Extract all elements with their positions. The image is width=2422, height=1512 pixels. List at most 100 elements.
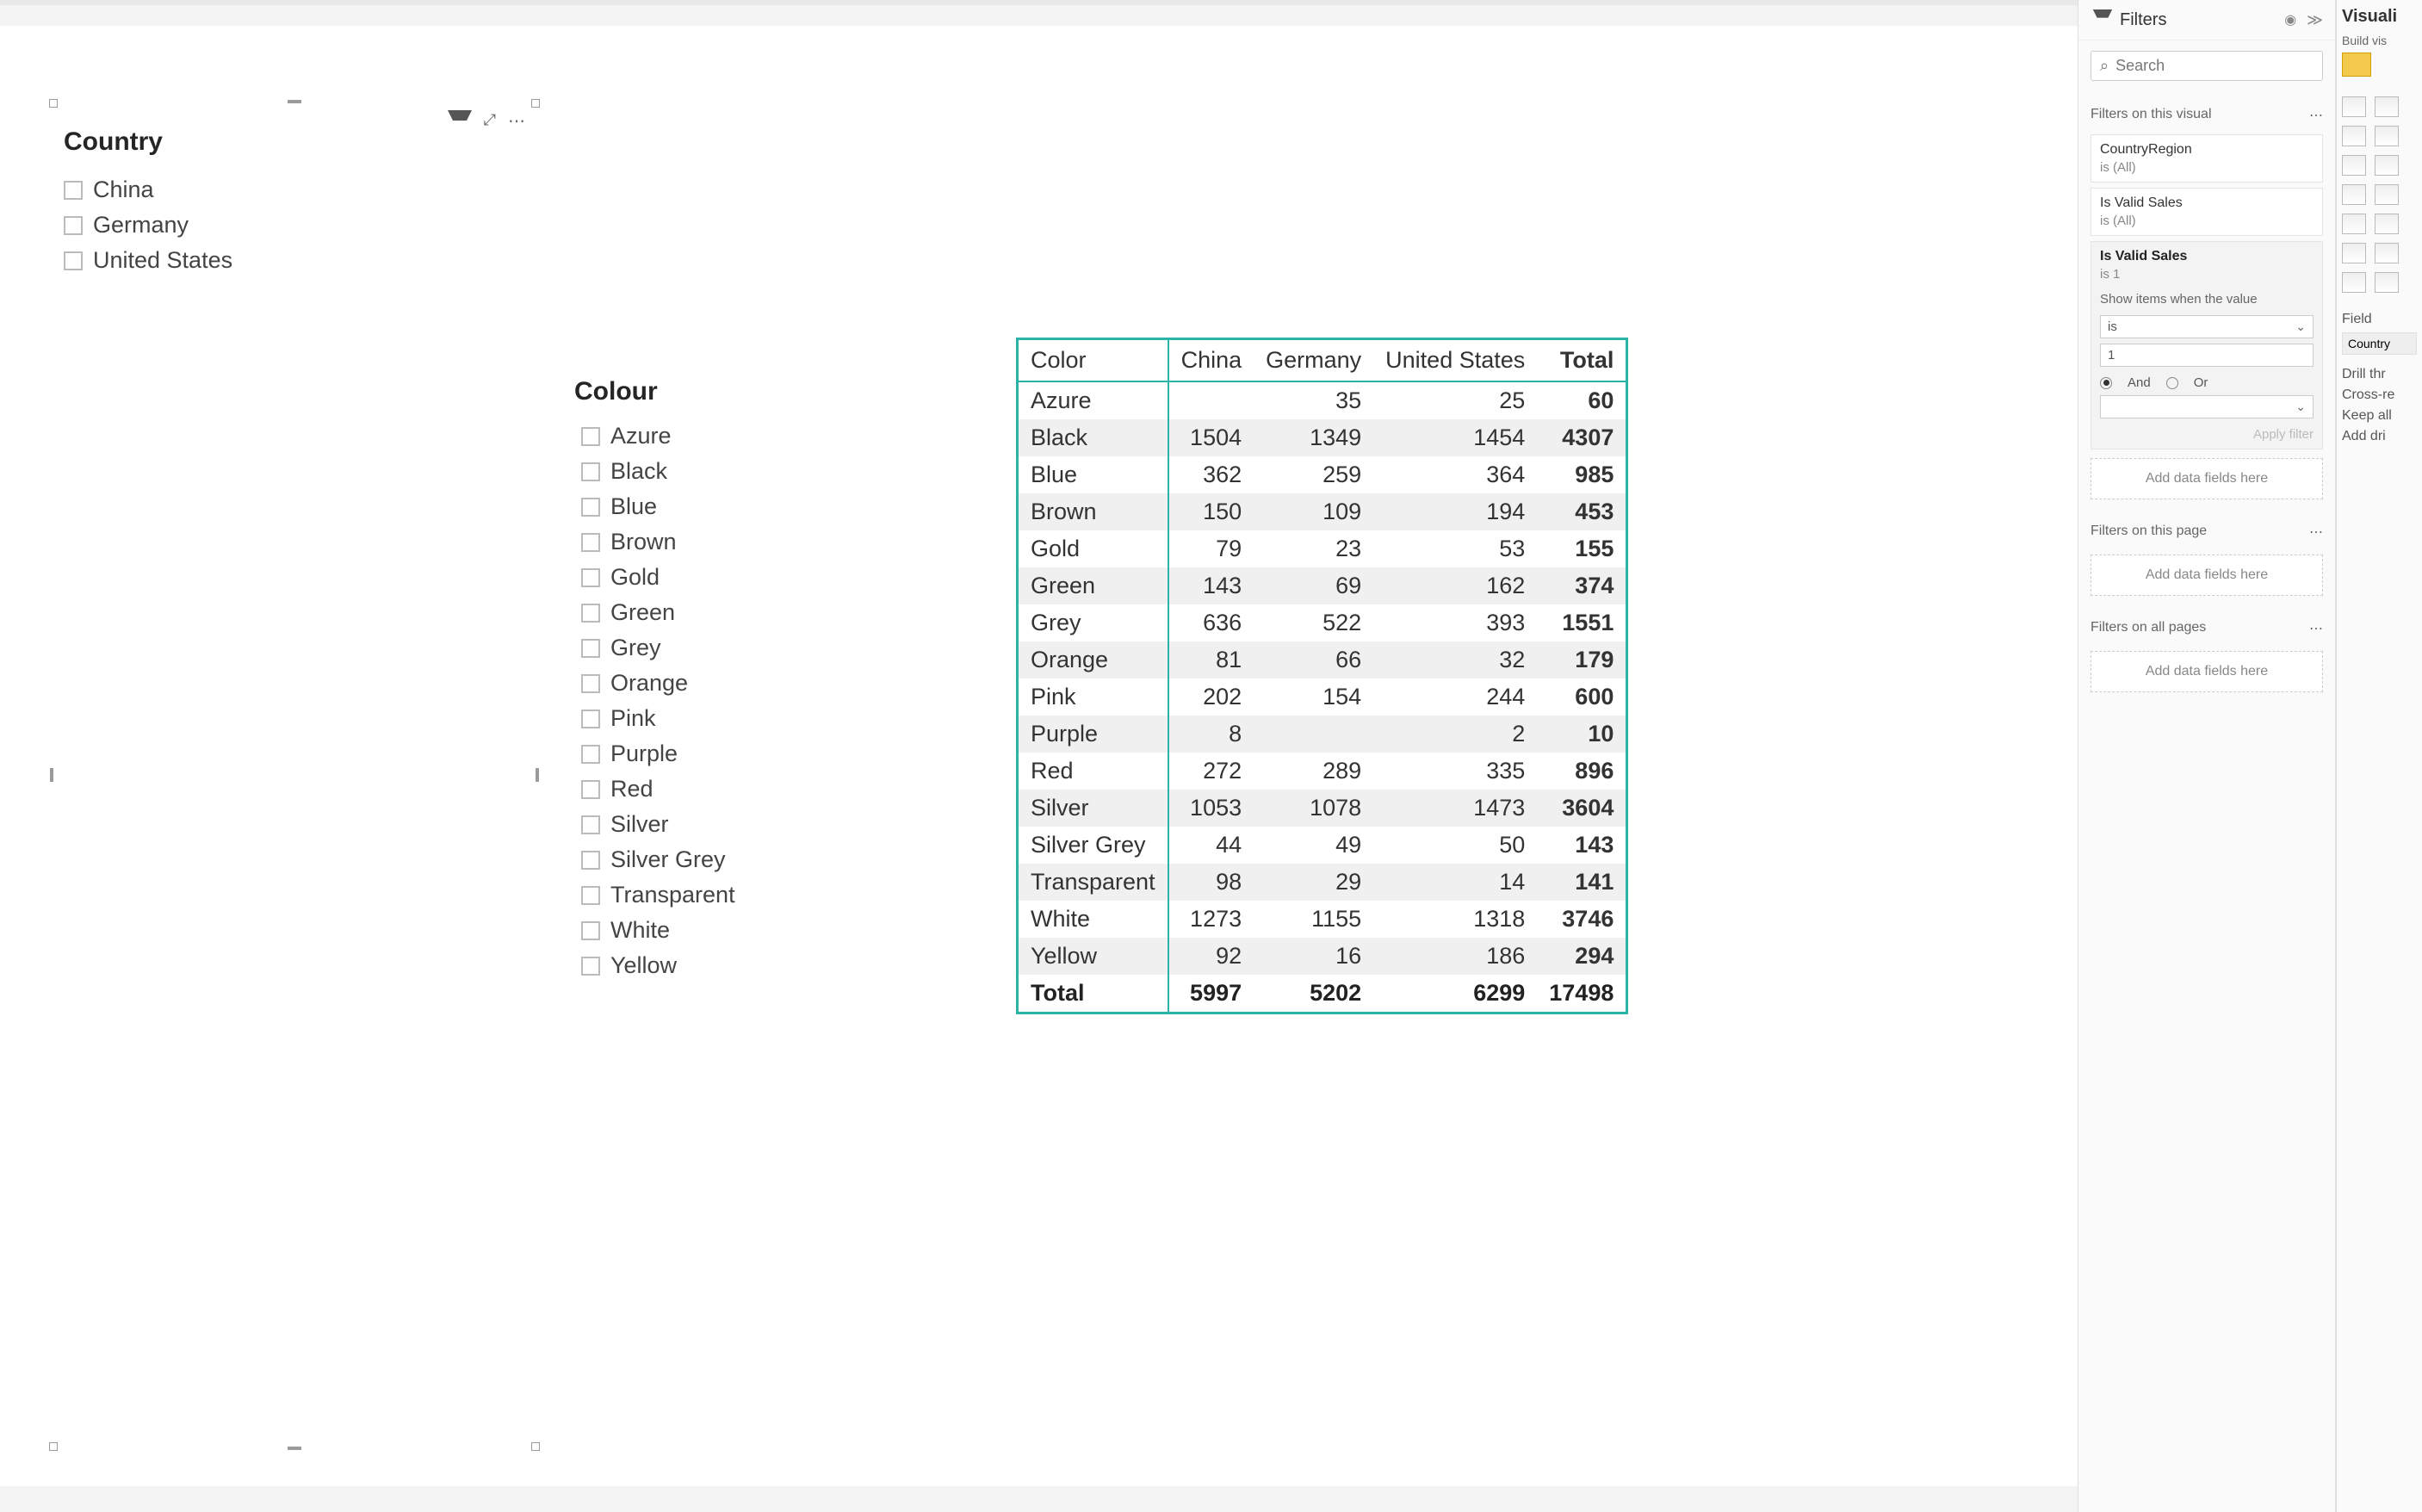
collapse-pane-icon[interactable]: ≫ xyxy=(2307,11,2323,29)
filter-value-input[interactable]: 1 xyxy=(2100,344,2314,367)
checkbox-icon[interactable] xyxy=(581,921,600,940)
filter-card-isvalidsales-expanded[interactable]: Is Valid Sales is 1 Show items when the … xyxy=(2091,241,2323,449)
table-row[interactable]: White1273115513183746 xyxy=(1019,901,1626,938)
slicer-item[interactable]: Transparent xyxy=(581,877,950,913)
focus-mode-icon[interactable] xyxy=(484,110,496,136)
checkbox-icon[interactable] xyxy=(581,427,600,446)
slicer-item[interactable]: Red xyxy=(581,771,950,807)
add-filter-page-well[interactable]: Add data fields here xyxy=(2091,555,2323,596)
report-canvas[interactable]: Country ChinaGermanyUnited States Colour… xyxy=(0,26,2422,1486)
filters-search[interactable]: ⌕ Search xyxy=(2091,51,2323,81)
slicer-item[interactable]: Pink xyxy=(581,701,950,736)
or-radio[interactable] xyxy=(2166,377,2178,389)
matrix-column-header[interactable]: Germany xyxy=(1254,340,1373,381)
table-row[interactable]: Grey6365223931551 xyxy=(1019,604,1626,641)
checkbox-icon[interactable] xyxy=(581,639,600,658)
viz-type-icon[interactable] xyxy=(2342,272,2366,293)
add-filter-all-well[interactable]: Add data fields here xyxy=(2091,651,2323,692)
viz-type-icon[interactable] xyxy=(2375,96,2399,117)
viz-type-icon[interactable] xyxy=(2375,184,2399,205)
slicer-item[interactable]: China xyxy=(64,172,525,208)
checkbox-icon[interactable] xyxy=(581,886,600,905)
filter-icon[interactable] xyxy=(448,110,472,136)
matrix-corner-header[interactable]: Color xyxy=(1019,340,1168,381)
checkbox-icon[interactable] xyxy=(581,462,600,481)
slicer-item[interactable]: Black xyxy=(581,454,950,489)
viz-type-icon[interactable] xyxy=(2375,243,2399,263)
color-country-matrix[interactable]: ColorChinaGermanyUnited StatesTotal Azur… xyxy=(1016,338,1628,1014)
slicer-item[interactable]: Green xyxy=(581,595,950,630)
build-visual-icon[interactable] xyxy=(2342,53,2371,77)
checkbox-icon[interactable] xyxy=(581,568,600,587)
checkbox-icon[interactable] xyxy=(64,216,83,235)
eye-icon[interactable]: ◉ xyxy=(2284,11,2296,28)
colour-slicer[interactable]: Colour AzureBlackBlueBrownGoldGreenGreyO… xyxy=(564,369,960,987)
filter-operator-select[interactable]: is xyxy=(2100,315,2314,338)
table-row[interactable]: Gold792353155 xyxy=(1019,530,1626,567)
apply-filter-button[interactable]: Apply filter xyxy=(2100,427,2314,442)
slicer-item[interactable]: Orange xyxy=(581,666,950,701)
country-slicer[interactable]: Country ChinaGermanyUnited States xyxy=(53,103,536,1447)
and-radio[interactable] xyxy=(2100,377,2112,389)
table-row[interactable]: Red272289335896 xyxy=(1019,753,1626,790)
filters-pane[interactable]: Filters ◉ ≫ ⌕ Search Filters on this vis… xyxy=(2078,0,2336,1512)
visualizations-pane[interactable]: Visuali Build vis Field Country Drill th… xyxy=(2336,0,2422,1512)
table-row[interactable]: Azure352560 xyxy=(1019,381,1626,419)
table-row[interactable]: Silver1053107814733604 xyxy=(1019,790,1626,827)
table-row[interactable]: Transparent982914141 xyxy=(1019,864,1626,901)
more-icon[interactable]: ⋯ xyxy=(2309,107,2323,124)
slicer-item[interactable]: Gold xyxy=(581,560,950,595)
table-row[interactable]: Silver Grey444950143 xyxy=(1019,827,1626,864)
table-row[interactable]: Brown150109194453 xyxy=(1019,493,1626,530)
viz-type-icon[interactable] xyxy=(2342,214,2366,234)
matrix-total-header[interactable]: Total xyxy=(1537,340,1626,381)
table-row[interactable]: Yellow9216186294 xyxy=(1019,938,1626,975)
slicer-item[interactable]: Purple xyxy=(581,736,950,771)
table-row[interactable]: Green14369162374 xyxy=(1019,567,1626,604)
viz-type-icon[interactable] xyxy=(2375,214,2399,234)
viz-type-icon[interactable] xyxy=(2342,155,2366,176)
slicer-item[interactable]: United States xyxy=(64,243,525,278)
slicer-item[interactable]: Azure xyxy=(581,418,950,454)
viz-type-icon[interactable] xyxy=(2375,272,2399,293)
slicer-item[interactable]: Blue xyxy=(581,489,950,524)
viz-field-country[interactable]: Country xyxy=(2342,332,2417,355)
checkbox-icon[interactable] xyxy=(581,957,600,976)
matrix-column-header[interactable]: China xyxy=(1168,340,1254,381)
slicer-item[interactable]: White xyxy=(581,913,950,948)
viz-type-icon[interactable] xyxy=(2342,184,2366,205)
table-row[interactable]: Pink202154244600 xyxy=(1019,679,1626,716)
table-row[interactable]: Orange816632179 xyxy=(1019,641,1626,679)
slicer-item[interactable]: Silver xyxy=(581,807,950,842)
checkbox-icon[interactable] xyxy=(581,498,600,517)
slicer-item[interactable]: Grey xyxy=(581,630,950,666)
checkbox-icon[interactable] xyxy=(581,851,600,870)
viz-type-icon[interactable] xyxy=(2342,96,2366,117)
add-filter-visual-well[interactable]: Add data fields here xyxy=(2091,458,2323,499)
slicer-item[interactable]: Brown xyxy=(581,524,950,560)
checkbox-icon[interactable] xyxy=(581,604,600,623)
checkbox-icon[interactable] xyxy=(64,181,83,200)
viz-type-icon[interactable] xyxy=(2375,126,2399,146)
checkbox-icon[interactable] xyxy=(581,780,600,799)
checkbox-icon[interactable] xyxy=(581,815,600,834)
checkbox-icon[interactable] xyxy=(581,710,600,728)
table-row[interactable]: Black1504134914544307 xyxy=(1019,419,1626,456)
table-row[interactable]: Purple8210 xyxy=(1019,716,1626,753)
more-icon[interactable]: ⋯ xyxy=(2309,524,2323,541)
filter-card-countryregion[interactable]: CountryRegion is (All) xyxy=(2091,134,2323,183)
slicer-item[interactable]: Silver Grey xyxy=(581,842,950,877)
viz-type-icon[interactable] xyxy=(2342,243,2366,263)
filter-secondary-select[interactable] xyxy=(2100,395,2314,418)
slicer-item[interactable]: Germany xyxy=(64,208,525,243)
viz-type-icon[interactable] xyxy=(2342,126,2366,146)
more-options-icon[interactable] xyxy=(508,110,527,136)
more-icon[interactable]: ⋯ xyxy=(2309,620,2323,637)
checkbox-icon[interactable] xyxy=(64,251,83,270)
matrix-column-header[interactable]: United States xyxy=(1373,340,1537,381)
checkbox-icon[interactable] xyxy=(581,533,600,552)
slicer-item[interactable]: Yellow xyxy=(581,948,950,983)
checkbox-icon[interactable] xyxy=(581,745,600,764)
filter-card-isvalidsales-collapsed[interactable]: Is Valid Sales is (All) xyxy=(2091,188,2323,236)
checkbox-icon[interactable] xyxy=(581,674,600,693)
